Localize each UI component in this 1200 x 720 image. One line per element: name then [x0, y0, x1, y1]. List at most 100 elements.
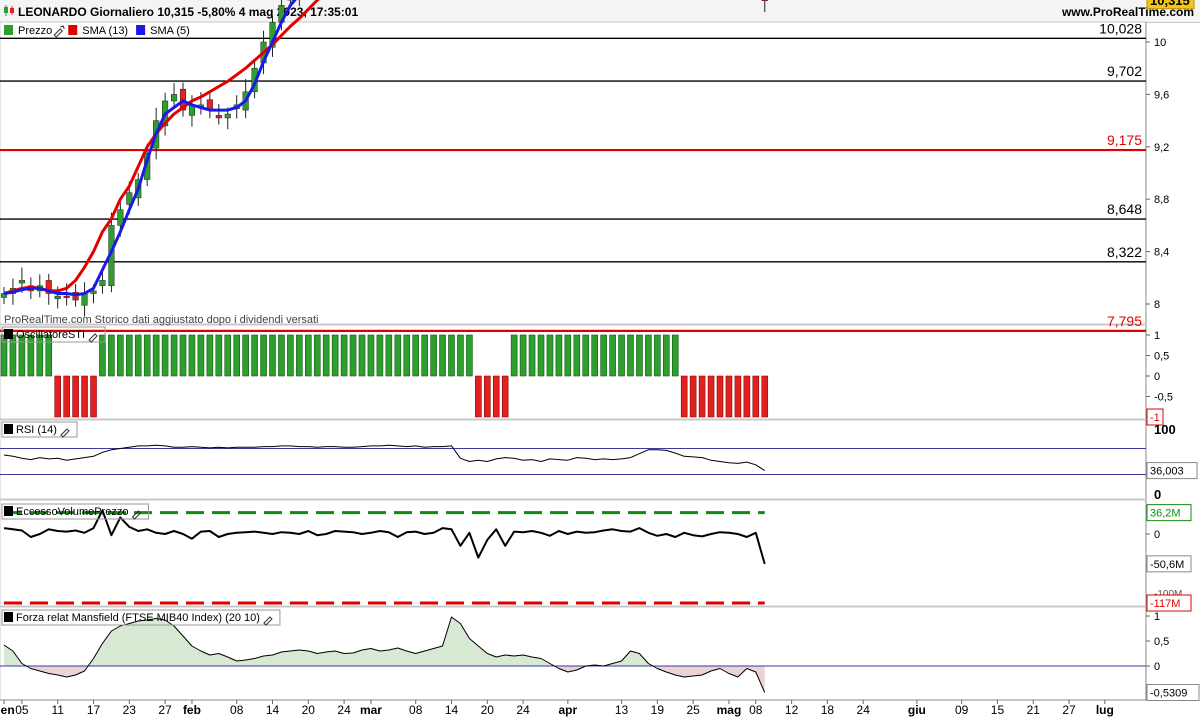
sti-bar	[609, 334, 616, 377]
legend-swatch	[136, 25, 146, 35]
mansfield-fill	[111, 626, 121, 666]
x-tick-label: mag	[717, 703, 742, 717]
sti-bar	[63, 375, 70, 418]
panel-icon	[4, 612, 13, 622]
sti-bar	[296, 334, 303, 377]
sti-bar	[645, 334, 652, 377]
sti-bar	[385, 334, 393, 377]
panel-icon	[4, 424, 13, 434]
sti-bar	[492, 375, 500, 418]
sti-bar	[600, 334, 607, 377]
x-tick-label: 12	[785, 703, 799, 717]
sti-bar	[287, 334, 294, 377]
value-tag-label: 36,003	[1150, 466, 1184, 478]
mansfield-panel-title: Forza relat Mansfield (FTSE MIB40 Index)…	[16, 612, 260, 624]
y-tick-label: 0	[1154, 529, 1160, 541]
x-tick-label: 11	[51, 703, 64, 717]
sti-bar	[90, 375, 97, 418]
panel-price	[0, 21, 1147, 325]
legend-item: Prezzo	[18, 25, 52, 37]
mansfield-fill	[433, 646, 443, 666]
x-tick-label: 15	[991, 703, 1005, 717]
sti-bar	[394, 334, 402, 377]
sti-bar	[698, 375, 706, 418]
panel-evp	[0, 499, 1147, 607]
sti-bar	[197, 334, 205, 377]
sti-bar	[439, 334, 446, 377]
mansfield-fill	[388, 648, 398, 666]
sti-bar	[108, 334, 115, 377]
sti-bar	[636, 334, 643, 377]
evp-panel-header[interactable]: EccessoVolumePrezzo	[1, 503, 149, 520]
sti-bar	[412, 334, 420, 377]
sti-bar	[170, 334, 178, 377]
mansfield-fill	[362, 648, 371, 666]
mansfield-fill	[451, 617, 461, 666]
mansfield-fill	[514, 655, 524, 666]
level-label: 9,702	[1107, 63, 1142, 79]
sti-bar	[689, 375, 697, 418]
sti-bar	[591, 334, 599, 377]
mansfield-fill	[693, 666, 703, 676]
sti-bar	[81, 375, 88, 418]
sti-bar	[233, 334, 240, 377]
y-tick-label: 9,6	[1154, 89, 1169, 101]
candle-body	[171, 94, 178, 102]
mansfield-fill	[120, 623, 130, 666]
sti-bar	[143, 334, 151, 377]
y-tick-label: 0	[1154, 487, 1161, 502]
x-tick-label: 24	[337, 703, 351, 717]
sti-bar	[27, 334, 35, 377]
x-tick-label: 13	[615, 703, 629, 717]
sti-bar	[662, 334, 670, 377]
sti-bar	[403, 334, 411, 377]
panel-icon	[4, 506, 13, 516]
chart-area: 1211,51110,5109,69,28,88,4811,40811,0821…	[0, 0, 1200, 717]
sti-bar	[483, 375, 491, 418]
sti-bar	[161, 334, 169, 377]
x-tick-label: 14	[445, 703, 459, 717]
mansfield-fill	[317, 652, 327, 666]
candle-body	[215, 115, 222, 119]
legend-item: SMA (5)	[150, 25, 190, 37]
sti-bar	[126, 334, 133, 377]
rsi-panel-title: RSI (14)	[16, 424, 57, 436]
sti-bar	[501, 375, 509, 418]
sti-bar	[466, 334, 473, 377]
x-tick-label: 23	[123, 703, 137, 717]
sti-bar	[537, 334, 545, 377]
mansfield-panel-header[interactable]: Forza relat Mansfield (FTSE MIB40 Index)…	[1, 609, 281, 626]
sti-bar	[349, 334, 357, 377]
sti-bar	[72, 375, 79, 418]
y-tick-label: 8	[1154, 299, 1160, 311]
sti-bar	[627, 334, 634, 377]
sti-bar	[752, 375, 760, 418]
y-tick-label: 100	[1154, 422, 1176, 437]
value-tag-label: -0,5309	[1150, 688, 1187, 700]
sti-bar	[134, 334, 142, 377]
mansfield-fill	[209, 653, 219, 666]
value-tag-label: 36,2M	[1150, 508, 1181, 520]
y-tick-label: 0	[1154, 371, 1160, 383]
x-tick-label: 17	[87, 703, 101, 717]
x-tick-label: feb	[183, 703, 201, 717]
sti-bar	[224, 334, 232, 377]
sti-bar	[430, 334, 437, 377]
panel-rsi	[0, 419, 1147, 500]
sti-bar	[376, 334, 384, 377]
value-tag-label: -50,6M	[1150, 559, 1184, 571]
candle-body	[18, 280, 25, 284]
sti-bar	[457, 334, 464, 377]
sti-bar	[251, 334, 258, 377]
mansfield-fill	[129, 621, 139, 666]
mansfield-fill	[147, 618, 157, 666]
sti-bar	[117, 334, 124, 377]
sti-bar	[618, 334, 625, 377]
sti-bar	[761, 375, 769, 418]
x-tick-label: 09	[955, 703, 969, 717]
x-tick-label: 19	[651, 703, 665, 717]
y-tick-label: 9,2	[1154, 142, 1169, 154]
x-tick-label: 24	[857, 703, 871, 717]
sti-bar	[555, 334, 563, 377]
mansfield-fill	[156, 618, 166, 666]
